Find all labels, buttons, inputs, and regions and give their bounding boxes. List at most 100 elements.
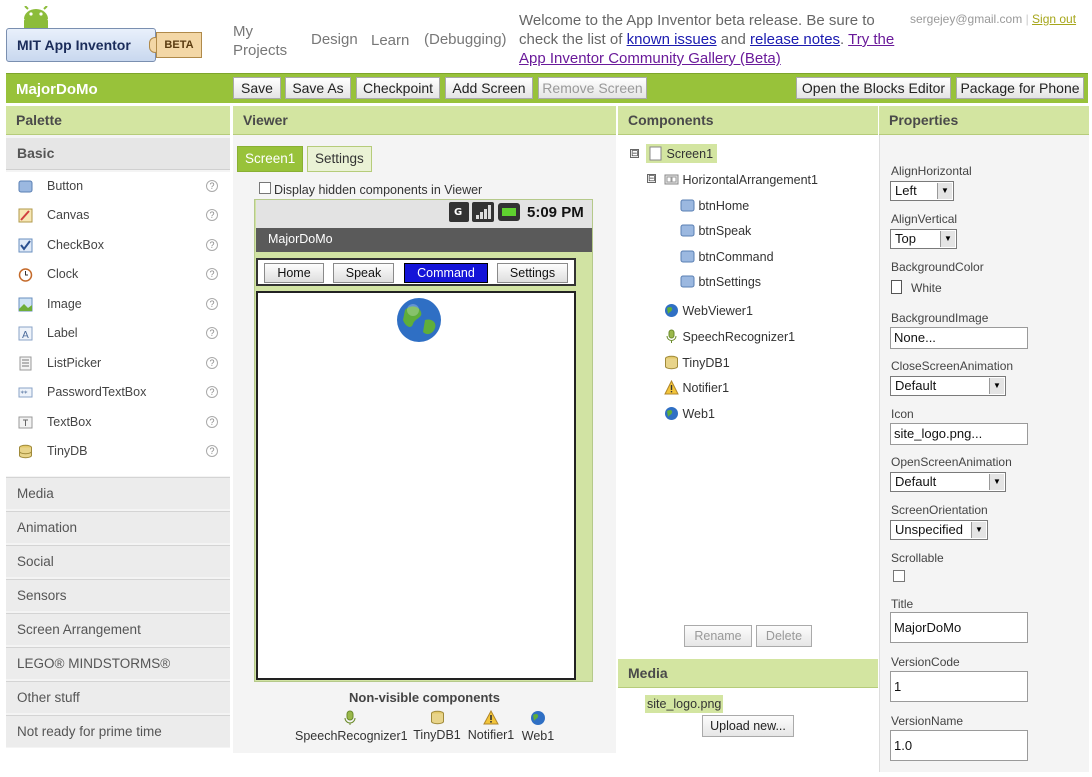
delete-button[interactable]: Delete [756, 625, 812, 647]
preview-button-settings[interactable]: Settings [497, 263, 568, 283]
nav-my-projects[interactable]: My Projects [233, 22, 293, 60]
nonvisible-tinydb[interactable]: TinyDB1 [411, 710, 463, 742]
palette-drawer-animation[interactable]: Animation [6, 511, 230, 543]
rename-button[interactable]: Rename [684, 625, 752, 647]
help-icon[interactable]: ? [206, 209, 218, 221]
open-blocks-editor-button[interactable]: Open the Blocks Editor [796, 77, 951, 99]
phone-title-bar: MajorDoMo [256, 228, 592, 252]
tree-node-webviewer[interactable]: WebViewer1 [664, 303, 753, 318]
palette-item-image[interactable]: Image ? [6, 290, 230, 319]
preview-button-speak[interactable]: Speak [333, 263, 394, 283]
help-icon[interactable]: ? [206, 239, 218, 251]
palette-item-label[interactable]: A Label ? [6, 319, 230, 348]
release-notes-link[interactable]: release notes [750, 31, 840, 48]
background-image-field[interactable]: None... [890, 327, 1028, 349]
help-icon[interactable]: ? [206, 416, 218, 428]
background-color-value[interactable]: White [911, 281, 942, 295]
help-icon[interactable]: ? [206, 386, 218, 398]
tree-node-btnsettings[interactable]: btnSettings [680, 274, 761, 289]
webviewer-preview[interactable] [256, 291, 576, 680]
tab-settings[interactable]: Settings [307, 146, 372, 172]
palette-item-button[interactable]: Button ? [6, 172, 230, 201]
version-code-field[interactable]: 1 [890, 671, 1028, 702]
tree-node-btncommand[interactable]: btnCommand [680, 249, 774, 264]
prop-label-version-name: VersionName [891, 714, 964, 728]
palette-drawer-sensors[interactable]: Sensors [6, 579, 230, 611]
collapse-toggle[interactable]: ⊟ [647, 174, 656, 183]
tree-node-speechrecognizer[interactable]: SpeechRecognizer1 [664, 329, 795, 344]
icon-field[interactable]: site_logo.png... [890, 423, 1028, 445]
open-animation-select[interactable]: Default ▼ [890, 472, 1006, 492]
warning-icon [664, 379, 679, 395]
package-for-phone-button[interactable]: Package for Phone [956, 77, 1084, 99]
close-animation-select[interactable]: Default ▼ [890, 376, 1006, 396]
palette-basic-list: Button ? Canvas ? CheckBox ? Clock ? Ima… [6, 172, 230, 476]
upload-new-button[interactable]: Upload new... [702, 715, 794, 737]
tree-node-web[interactable]: Web1 [664, 406, 715, 421]
tree-node-notifier[interactable]: Notifier1 [664, 379, 729, 395]
prop-label-background-color: BackgroundColor [891, 260, 984, 274]
palette-item-checkbox[interactable]: CheckBox ? [6, 231, 230, 260]
sign-out-link[interactable]: Sign out [1032, 12, 1076, 26]
help-icon[interactable]: ? [206, 445, 218, 457]
help-icon[interactable]: ? [206, 327, 218, 339]
palette-item-tinydb[interactable]: TinyDB ? [6, 437, 230, 466]
button-icon [680, 250, 695, 263]
tree-node-tinydb[interactable]: TinyDB1 [664, 355, 730, 370]
align-vertical-select[interactable]: Top ▼ [890, 229, 957, 249]
collapse-toggle[interactable]: ⊟ [630, 149, 639, 158]
tree-node-btnspeak[interactable]: btnSpeak [680, 223, 751, 238]
title-field[interactable]: MajorDoMo [890, 612, 1028, 643]
preview-button-home[interactable]: Home [264, 263, 324, 283]
canvas-icon [18, 208, 33, 223]
palette-drawer-screen-arrangement[interactable]: Screen Arrangement [6, 613, 230, 645]
nav-design[interactable]: Design [311, 31, 358, 48]
color-swatch[interactable] [891, 280, 902, 294]
nonvisible-speechrecognizer[interactable]: SpeechRecognizer1 [295, 710, 408, 743]
palette-item-textbox[interactable]: TextBox ? [6, 408, 230, 437]
remove-screen-button[interactable]: Remove Screen [538, 77, 647, 99]
palette-drawer-lego[interactable]: LEGO® MINDSTORMS® [6, 647, 230, 679]
checkpoint-button[interactable]: Checkpoint [356, 77, 440, 99]
tree-node-btnhome[interactable]: btnHome [680, 198, 749, 213]
scrollable-checkbox[interactable] [893, 570, 905, 582]
textbox-icon [18, 416, 33, 429]
nav-learn[interactable]: Learn [371, 32, 409, 49]
media-header: Media [618, 659, 878, 688]
app-logo[interactable]: MIT App Inventor BETA [6, 6, 206, 66]
palette-drawer-social[interactable]: Social [6, 545, 230, 577]
preview-button-command[interactable]: Command [404, 263, 488, 283]
known-issues-link[interactable]: known issues [627, 31, 717, 48]
user-email: sergejey@gmail.com [910, 12, 1023, 26]
align-horizontal-select[interactable]: Left ▼ [890, 181, 954, 201]
palette-drawer-media[interactable]: Media [6, 477, 230, 509]
version-name-field[interactable]: 1.0 [890, 730, 1028, 761]
help-icon[interactable]: ? [206, 357, 218, 369]
palette-item-listpicker[interactable]: ListPicker ? [6, 349, 230, 378]
palette-item-passwordtextbox[interactable]: ** PasswordTextBox ? [6, 378, 230, 407]
tree-node-horizontal-arrangement[interactable]: HorizontalArrangement1 [664, 172, 818, 187]
display-hidden-checkbox[interactable] [259, 182, 271, 194]
tab-screen1[interactable]: Screen1 [237, 146, 304, 172]
microphone-icon [344, 710, 356, 725]
media-file-site-logo[interactable]: site_logo.png [645, 695, 724, 713]
add-screen-button[interactable]: Add Screen [445, 77, 533, 99]
nav-debugging[interactable]: (Debugging) [424, 31, 507, 48]
save-button[interactable]: Save [233, 77, 281, 99]
dropdown-arrow-icon: ▼ [989, 474, 1004, 490]
nonvisible-web[interactable]: Web1 [519, 710, 557, 743]
save-as-button[interactable]: Save As [285, 77, 351, 99]
palette-drawer-not-ready[interactable]: Not ready for prime time [6, 715, 230, 747]
nonvisible-notifier[interactable]: Notifier1 [465, 709, 517, 742]
palette-drawer-basic[interactable]: Basic [6, 138, 230, 170]
screen-orientation-select[interactable]: Unspecified ▼ [890, 520, 988, 540]
dropdown-arrow-icon: ▼ [989, 378, 1004, 394]
palette-drawer-other-stuff[interactable]: Other stuff [6, 681, 230, 713]
palette-item-clock[interactable]: Clock ? [6, 260, 230, 289]
help-icon[interactable]: ? [206, 298, 218, 310]
palette-item-canvas[interactable]: Canvas ? [6, 201, 230, 230]
help-icon[interactable]: ? [206, 268, 218, 280]
tree-node-screen1[interactable]: Screen1 [646, 144, 718, 163]
button-icon [680, 224, 695, 237]
help-icon[interactable]: ? [206, 180, 218, 192]
